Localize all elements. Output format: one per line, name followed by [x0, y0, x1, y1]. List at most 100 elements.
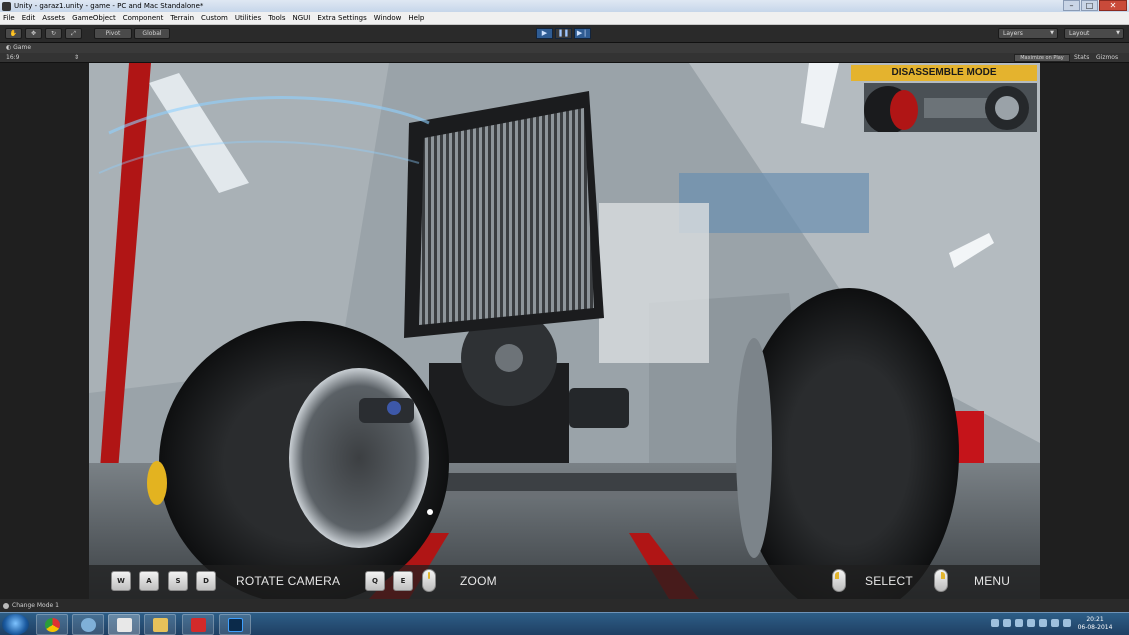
- mouse-wheel-icon: [422, 569, 436, 592]
- taskbar-explorer[interactable]: [144, 614, 176, 635]
- move-tool-icon[interactable]: ✥: [25, 28, 42, 39]
- mode-banner: DISASSEMBLE MODE: [851, 65, 1037, 81]
- menu-tools[interactable]: Tools: [268, 14, 285, 22]
- stats-toggle[interactable]: Stats: [1074, 53, 1089, 63]
- menu-gameobject[interactable]: GameObject: [72, 14, 116, 22]
- photoshop-icon: [228, 618, 243, 632]
- layers-dropdown[interactable]: Layers ▼: [998, 28, 1058, 39]
- tray-icon[interactable]: [991, 619, 999, 627]
- menu-custom[interactable]: Custom: [201, 14, 228, 22]
- unity-icon: [117, 618, 132, 632]
- chassis-frame: [599, 203, 709, 363]
- game-tab-label: Game: [13, 44, 32, 51]
- zoom-label: ZOOM: [460, 574, 497, 588]
- left-rim: [289, 368, 429, 548]
- folder-icon: [153, 618, 168, 632]
- taskbar-app[interactable]: [182, 614, 214, 635]
- taskbar-photoshop[interactable]: [219, 614, 251, 635]
- maximize-on-play-label: Maximize on Play: [1020, 55, 1064, 61]
- layout-label: Layout: [1069, 30, 1090, 37]
- rotate-tool-icon[interactable]: ↻: [45, 28, 62, 39]
- menu-bar: File Edit Assets GameObject Component Te…: [0, 12, 1129, 25]
- system-tray: [991, 619, 1071, 627]
- select-label: SELECT: [865, 574, 913, 588]
- maximize-on-play-toggle[interactable]: Maximize on Play: [1014, 54, 1070, 62]
- clock-time: 20:21: [1086, 616, 1104, 623]
- tray-icon[interactable]: [1003, 619, 1011, 627]
- chrome-icon: [45, 618, 60, 632]
- rotate-camera-label: ROTATE CAMERA: [236, 574, 341, 588]
- pivot-label: Pivot: [105, 30, 121, 37]
- play-button[interactable]: ▶: [536, 28, 553, 39]
- menu-window[interactable]: Window: [374, 14, 402, 22]
- key-q: Q: [365, 571, 385, 591]
- step-button[interactable]: ▶❘: [574, 28, 591, 39]
- status-message: Change Mode 1: [12, 602, 59, 609]
- clock-date: 06-08-2014: [1077, 624, 1113, 631]
- tray-icon[interactable]: [1015, 619, 1023, 627]
- gizmos-dropdown[interactable]: Gizmos: [1096, 53, 1118, 63]
- minimize-button[interactable]: –: [1063, 0, 1080, 11]
- menu-help[interactable]: Help: [408, 14, 424, 22]
- pause-button[interactable]: ❚❚: [555, 28, 572, 39]
- title-bar: Unity - garaz1.unity - game - PC and Mac…: [0, 0, 1129, 12]
- global-label: Global: [142, 30, 162, 37]
- unity-logo-icon: [2, 1, 11, 11]
- menu-assets[interactable]: Assets: [42, 14, 65, 22]
- menu-file[interactable]: File: [3, 14, 15, 22]
- menu-ngui[interactable]: NGUI: [292, 14, 310, 22]
- menu-utilities[interactable]: Utilities: [235, 14, 261, 22]
- volume-icon[interactable]: [1039, 619, 1047, 627]
- key-s: S: [168, 571, 188, 591]
- gear-icon: [81, 618, 96, 632]
- menu-extra-settings[interactable]: Extra Settings: [317, 14, 366, 22]
- chevron-down-icon: ⇕: [74, 54, 80, 61]
- hand-tool-icon[interactable]: ✋: [5, 28, 22, 39]
- console-status-bar[interactable]: Change Mode 1: [0, 599, 1129, 612]
- info-icon: [3, 602, 9, 609]
- key-a: A: [139, 571, 159, 591]
- global-toggle[interactable]: Global: [134, 28, 170, 39]
- shock-absorber: [359, 398, 414, 423]
- scale-tool-icon[interactable]: ⤢: [65, 28, 82, 39]
- taskbar-unity[interactable]: [108, 614, 140, 635]
- yellow-jack: [147, 461, 167, 505]
- pivot-toggle[interactable]: Pivot: [94, 28, 132, 39]
- taskbar-settings[interactable]: [72, 614, 104, 635]
- mode-preview-thumbnail[interactable]: [864, 83, 1037, 132]
- right-rim: [736, 338, 772, 558]
- layout-dropdown[interactable]: Layout ▼: [1064, 28, 1124, 39]
- mouse-cursor: [427, 509, 433, 515]
- garage-scene-render: [89, 63, 1040, 599]
- chevron-down-icon: ▼: [1050, 30, 1054, 36]
- window-controls: – □ ✕: [1063, 0, 1127, 11]
- radiator-grill: [419, 108, 594, 325]
- mouse-left-click-icon: [832, 569, 846, 592]
- start-button[interactable]: [2, 614, 29, 635]
- game-tab[interactable]: ◐ Game: [0, 43, 1129, 53]
- tray-icon[interactable]: [1063, 619, 1071, 627]
- menu-label: MENU: [974, 574, 1011, 588]
- taskbar-chrome[interactable]: [36, 614, 68, 635]
- aspect-dropdown[interactable]: 16:9: [6, 54, 19, 61]
- unity-editor-window: Unity - garaz1.unity - game - PC and Mac…: [0, 0, 1129, 635]
- menu-edit[interactable]: Edit: [22, 14, 36, 22]
- taskbar-clock[interactable]: 20:21 06-08-2014: [1073, 616, 1117, 632]
- shock-absorber: [569, 388, 629, 428]
- maximize-button[interactable]: □: [1081, 0, 1098, 11]
- app-icon: [191, 618, 206, 632]
- chevron-down-icon: ▼: [1116, 30, 1120, 36]
- windows-taskbar: 20:21 06-08-2014: [0, 612, 1129, 635]
- menu-terrain[interactable]: Terrain: [170, 14, 194, 22]
- key-e: E: [393, 571, 413, 591]
- game-viewport[interactable]: DISASSEMBLE MODE W A S D ROTATE CAMERA Q…: [89, 63, 1040, 599]
- tray-icon[interactable]: [1027, 619, 1035, 627]
- window-title: Unity - garaz1.unity - game - PC and Mac…: [14, 2, 204, 10]
- menu-component[interactable]: Component: [123, 14, 164, 22]
- key-d: D: [196, 571, 216, 591]
- network-icon[interactable]: [1051, 619, 1059, 627]
- close-button[interactable]: ✕: [1099, 0, 1127, 11]
- key-w: W: [111, 571, 131, 591]
- mouse-right-click-icon: [934, 569, 948, 592]
- car-preview-image: [864, 83, 1037, 132]
